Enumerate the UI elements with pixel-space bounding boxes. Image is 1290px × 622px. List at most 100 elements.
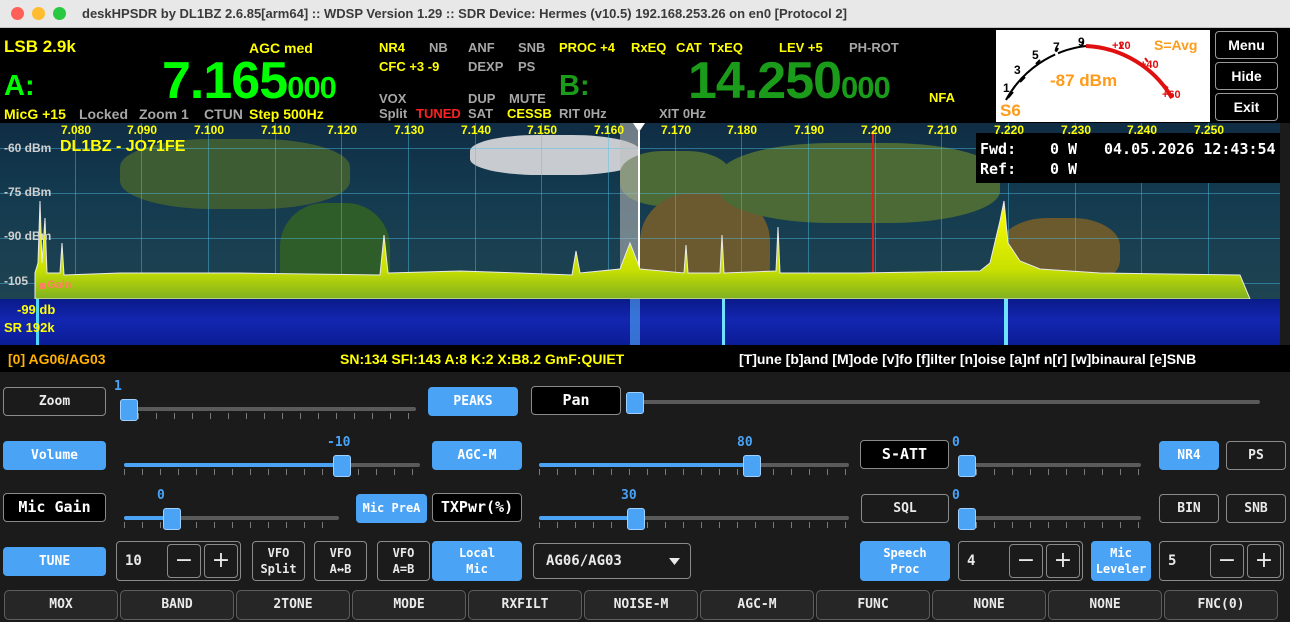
fkey-mox[interactable]: MOX [4, 590, 118, 620]
waterfall[interactable]: -99 db SR 192k [0, 299, 1280, 345]
slider-track [958, 463, 1141, 467]
agc-slider[interactable]: 80 [539, 435, 849, 477]
ps-status: PS [518, 59, 536, 74]
close-window-icon[interactable] [11, 7, 24, 20]
db-label-90: -90 dBm [4, 229, 52, 243]
slider-knob[interactable] [120, 399, 138, 421]
s-att-button[interactable]: S-ATT [860, 440, 949, 469]
gain-handle-icon[interactable] [39, 283, 45, 289]
agc-value: 80 [737, 435, 753, 450]
tune-power-spinner[interactable]: 10 − + [116, 541, 241, 581]
volume-slider[interactable]: -10 [124, 435, 420, 477]
slider-track [626, 400, 1260, 404]
slider-track [124, 522, 339, 528]
zoom-slider[interactable]: 1 [114, 379, 416, 421]
plus-icon[interactable]: + [204, 544, 238, 578]
plus-icon[interactable]: + [1247, 544, 1281, 578]
panadapter[interactable]: -60 dBm -75 dBm -90 dBm -105 DL1BZ - JO7… [0, 123, 1280, 299]
meter-reading: -87 dBm [1050, 71, 1118, 90]
slider-knob[interactable] [627, 508, 645, 530]
mode-filter: LSB 2.9k [4, 37, 76, 56]
peaks-button[interactable]: PEAKS [428, 387, 518, 416]
snb-button[interactable]: SNB [1226, 494, 1286, 523]
mic-gain-slider[interactable]: 0 [124, 488, 339, 530]
meter-scale-5: 5 [1032, 48, 1039, 62]
mic-gain-status: MicG +15 [4, 106, 66, 122]
agc-button[interactable]: AGC-M [432, 441, 522, 470]
pan-slider[interactable] [626, 392, 1260, 414]
slider-knob[interactable] [743, 455, 761, 477]
slider-knob[interactable] [626, 392, 644, 414]
fkey-fnc-0-[interactable]: FNC(0) [1164, 590, 1278, 620]
mic-gain-value: 0 [157, 488, 165, 503]
slider-knob[interactable] [958, 455, 976, 477]
freq-tick-label: 7.110 [261, 123, 291, 137]
sql-button[interactable]: SQL [861, 494, 949, 523]
mic-gain-button[interactable]: Mic Gain [3, 493, 106, 522]
sql-value: 0 [952, 488, 960, 503]
cessb-status: CESSB [507, 106, 552, 121]
zoom-button[interactable]: Zoom [3, 387, 106, 416]
db-label-60: -60 dBm [4, 141, 52, 155]
vfo-split-button[interactable]: VFO Split [252, 541, 305, 581]
minus-icon[interactable]: − [1210, 544, 1244, 578]
vfo-b-frequency[interactable]: 14.250000 [688, 51, 891, 111]
minimize-window-icon[interactable] [32, 7, 45, 20]
bin-button[interactable]: BIN [1159, 494, 1219, 523]
txpwr-button[interactable]: TXPwr(%) [432, 493, 522, 522]
menu-button[interactable]: Menu [1215, 31, 1278, 59]
exit-button[interactable]: Exit [1215, 93, 1278, 121]
vfo-ab-swap-button[interactable]: VFO A↔B [314, 541, 367, 581]
fkey-none[interactable]: NONE [1048, 590, 1162, 620]
slider-knob[interactable] [958, 508, 976, 530]
s-meter: 1 3 5 7 9 +20 +40 +60 -87 dBm S6 S=Avg [996, 30, 1210, 122]
cfc-status: CFC +3 -9 [379, 59, 440, 74]
slider-track [539, 469, 849, 475]
s-att-slider[interactable]: 0 [952, 435, 1141, 477]
minus-icon[interactable]: − [1009, 544, 1043, 578]
proc-spinner[interactable]: 4 − + [958, 541, 1083, 581]
minus-icon[interactable]: − [167, 544, 201, 578]
fkey-band[interactable]: BAND [120, 590, 234, 620]
txpwr-slider[interactable]: 30 [539, 488, 849, 530]
tuned-status: TUNED [416, 106, 461, 121]
fkey-none[interactable]: NONE [932, 590, 1046, 620]
fkey-mode[interactable]: MODE [352, 590, 466, 620]
nr4-button[interactable]: NR4 [1159, 441, 1219, 470]
vfo-a-equals-b-button[interactable]: VFO A=B [377, 541, 430, 581]
step-status: Step 500Hz [249, 106, 324, 122]
leveler-spinner[interactable]: 5 − + [1159, 541, 1284, 581]
ref-label: Ref: [980, 160, 1017, 178]
pan-button[interactable]: Pan [531, 386, 621, 415]
plus-icon[interactable]: + [1046, 544, 1080, 578]
chevron-down-icon [669, 558, 680, 565]
sql-slider[interactable]: 0 [952, 488, 1141, 530]
volume-button[interactable]: Volume [3, 441, 106, 470]
zoom-window-icon[interactable] [53, 7, 66, 20]
antenna-dropdown[interactable]: AG06/AG03 [533, 543, 691, 579]
mic-leveler-button[interactable]: Mic Leveler [1091, 541, 1151, 581]
speech-proc-button[interactable]: Speech Proc [860, 541, 950, 581]
vfo-a-frequency[interactable]: 7.165000 [162, 51, 337, 111]
fkey-2tone[interactable]: 2TONE [236, 590, 350, 620]
hide-button[interactable]: Hide [1215, 62, 1278, 90]
fkey-rxfilt[interactable]: RXFILT [468, 590, 582, 620]
slider-knob[interactable] [333, 455, 351, 477]
mic-prea-button[interactable]: Mic PreA [356, 494, 427, 523]
slider-knob[interactable] [163, 508, 181, 530]
fkey-agc-m[interactable]: AGC-M [700, 590, 814, 620]
tune-button[interactable]: TUNE [3, 547, 106, 576]
fkey-noise-m[interactable]: NOISE-M [584, 590, 698, 620]
slider-track [958, 469, 1141, 475]
rxeq-status: RxEQ [631, 40, 667, 55]
meter-scale-7: 7 [1053, 40, 1060, 54]
freq-tick-label: 7.090 [127, 123, 158, 137]
ps-button[interactable]: PS [1226, 441, 1286, 470]
proc-status: PROC +4 [559, 40, 615, 55]
fkey-func[interactable]: FUNC [816, 590, 930, 620]
local-mic-button[interactable]: Local Mic [432, 541, 522, 581]
slider-track [539, 522, 849, 528]
wf-signal [722, 299, 725, 345]
freq-tick-label: 7.170 [661, 123, 692, 137]
antenna-dropdown-value: AG06/AG03 [546, 553, 622, 569]
